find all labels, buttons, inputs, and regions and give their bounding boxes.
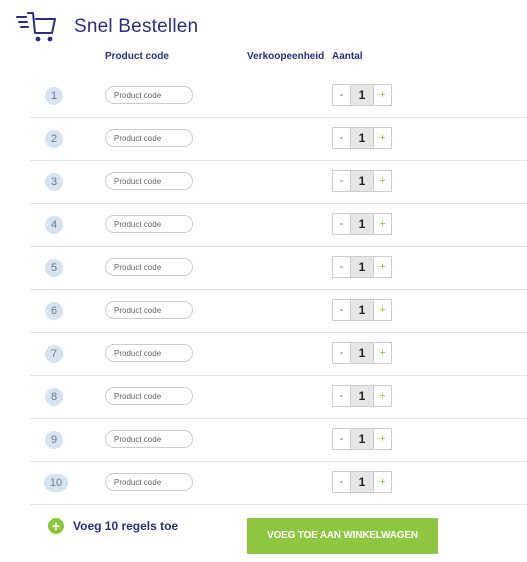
product-code-input[interactable]	[105, 301, 193, 319]
row-number-badge: 2	[45, 130, 63, 148]
quantity-stepper: -1 +	[332, 385, 392, 407]
quantity-stepper: -1 +	[332, 84, 392, 106]
increase-quantity-button[interactable]: +	[373, 385, 392, 407]
quantity-value[interactable]: 1	[351, 385, 373, 407]
quantity-stepper: -1 +	[332, 299, 392, 321]
quantity-stepper: -1 +	[332, 170, 392, 192]
order-row: 8 -1+	[30, 376, 527, 419]
quantity-value[interactable]: 1	[351, 299, 373, 321]
decrease-quantity-button[interactable]: -	[332, 84, 351, 106]
increase-quantity-button[interactable]: +	[373, 299, 392, 321]
decrease-quantity-button[interactable]: -	[332, 256, 351, 278]
quantity-value[interactable]: 1	[351, 428, 373, 450]
order-row: 7 -1+	[30, 333, 527, 376]
increase-quantity-button[interactable]: +	[373, 170, 392, 192]
add-rows-label: Voeg 10 regels toe	[73, 519, 179, 533]
order-row: 9 -1+	[30, 419, 527, 462]
decrease-quantity-button[interactable]: -	[332, 342, 351, 364]
order-row: 3 -1+	[30, 161, 527, 204]
row-number-badge: 3	[45, 173, 63, 191]
row-number-badge: 9	[45, 431, 63, 449]
order-row: 1-1+	[30, 75, 527, 118]
increase-quantity-button[interactable]: +	[373, 428, 392, 450]
quantity-value[interactable]: 1	[351, 342, 373, 364]
quantity-value[interactable]: 1	[351, 170, 373, 192]
row-number-badge: 7	[45, 345, 63, 363]
product-code-input[interactable]	[105, 387, 193, 405]
add-to-cart-button[interactable]: VOEG TOE AAN WINKELWAGEN	[247, 518, 438, 554]
order-row: 5 -1+	[30, 247, 527, 290]
increase-quantity-button[interactable]: +	[373, 471, 392, 493]
quantity-value[interactable]: 1	[351, 213, 373, 235]
product-code-input[interactable]	[105, 473, 193, 491]
row-number-badge: 4	[45, 216, 63, 234]
order-row: 6 -1+	[30, 290, 527, 333]
quantity-stepper: -1 +	[332, 342, 392, 364]
order-row: 10 -1+	[30, 462, 527, 505]
product-code-input[interactable]	[105, 172, 193, 190]
product-code-input[interactable]	[105, 215, 193, 233]
decrease-quantity-button[interactable]: -	[332, 428, 351, 450]
product-code-input[interactable]	[105, 86, 193, 104]
quantity-stepper: -1 +	[332, 256, 392, 278]
quantity-stepper: -1 +	[332, 213, 392, 235]
decrease-quantity-button[interactable]: -	[332, 471, 351, 493]
increase-quantity-button[interactable]: +	[373, 256, 392, 278]
decrease-quantity-button[interactable]: -	[332, 127, 351, 149]
order-row: 4 -1+	[30, 204, 527, 247]
column-header-product-code: Product code	[105, 51, 169, 62]
add-circle-icon: +	[48, 518, 64, 534]
increase-quantity-button[interactable]: +	[373, 213, 392, 235]
row-number-badge: 1	[45, 87, 63, 105]
product-code-input[interactable]	[105, 129, 193, 147]
decrease-quantity-button[interactable]: -	[332, 385, 351, 407]
add-rows-button[interactable]: + Voeg 10 regels toe	[48, 518, 178, 534]
quick-cart-icon	[16, 11, 58, 43]
quantity-value[interactable]: 1	[351, 84, 373, 106]
increase-quantity-button[interactable]: +	[373, 84, 392, 106]
order-rows: 1-1+2-1+3-1+4-1+5-1+6-1+7-1+8-1+9-1+10-1…	[30, 75, 527, 505]
row-number-badge: 5	[45, 259, 63, 277]
column-header-sales-unit: Verkoopeenheid	[247, 51, 325, 62]
row-number-badge: 8	[45, 388, 63, 406]
product-code-input[interactable]	[105, 430, 193, 448]
decrease-quantity-button[interactable]: -	[332, 299, 351, 321]
quantity-value[interactable]: 1	[351, 256, 373, 278]
row-number-badge: 10	[44, 474, 68, 492]
increase-quantity-button[interactable]: +	[373, 127, 392, 149]
page-header: Snel Bestellen	[16, 10, 198, 44]
quantity-stepper: -1 +	[332, 428, 392, 450]
decrease-quantity-button[interactable]: -	[332, 170, 351, 192]
product-code-input[interactable]	[105, 344, 193, 362]
order-row: 2 -1+	[30, 118, 527, 161]
quantity-stepper: -1 +	[332, 471, 392, 493]
product-code-input[interactable]	[105, 258, 193, 276]
increase-quantity-button[interactable]: +	[373, 342, 392, 364]
decrease-quantity-button[interactable]: -	[332, 213, 351, 235]
page-title: Snel Bestellen	[74, 16, 199, 37]
row-number-badge: 6	[45, 302, 63, 320]
quantity-stepper: -1 +	[332, 127, 392, 149]
quantity-value[interactable]: 1	[351, 471, 373, 493]
quantity-value[interactable]: 1	[351, 127, 373, 149]
column-header-quantity: Aantal	[332, 51, 363, 62]
